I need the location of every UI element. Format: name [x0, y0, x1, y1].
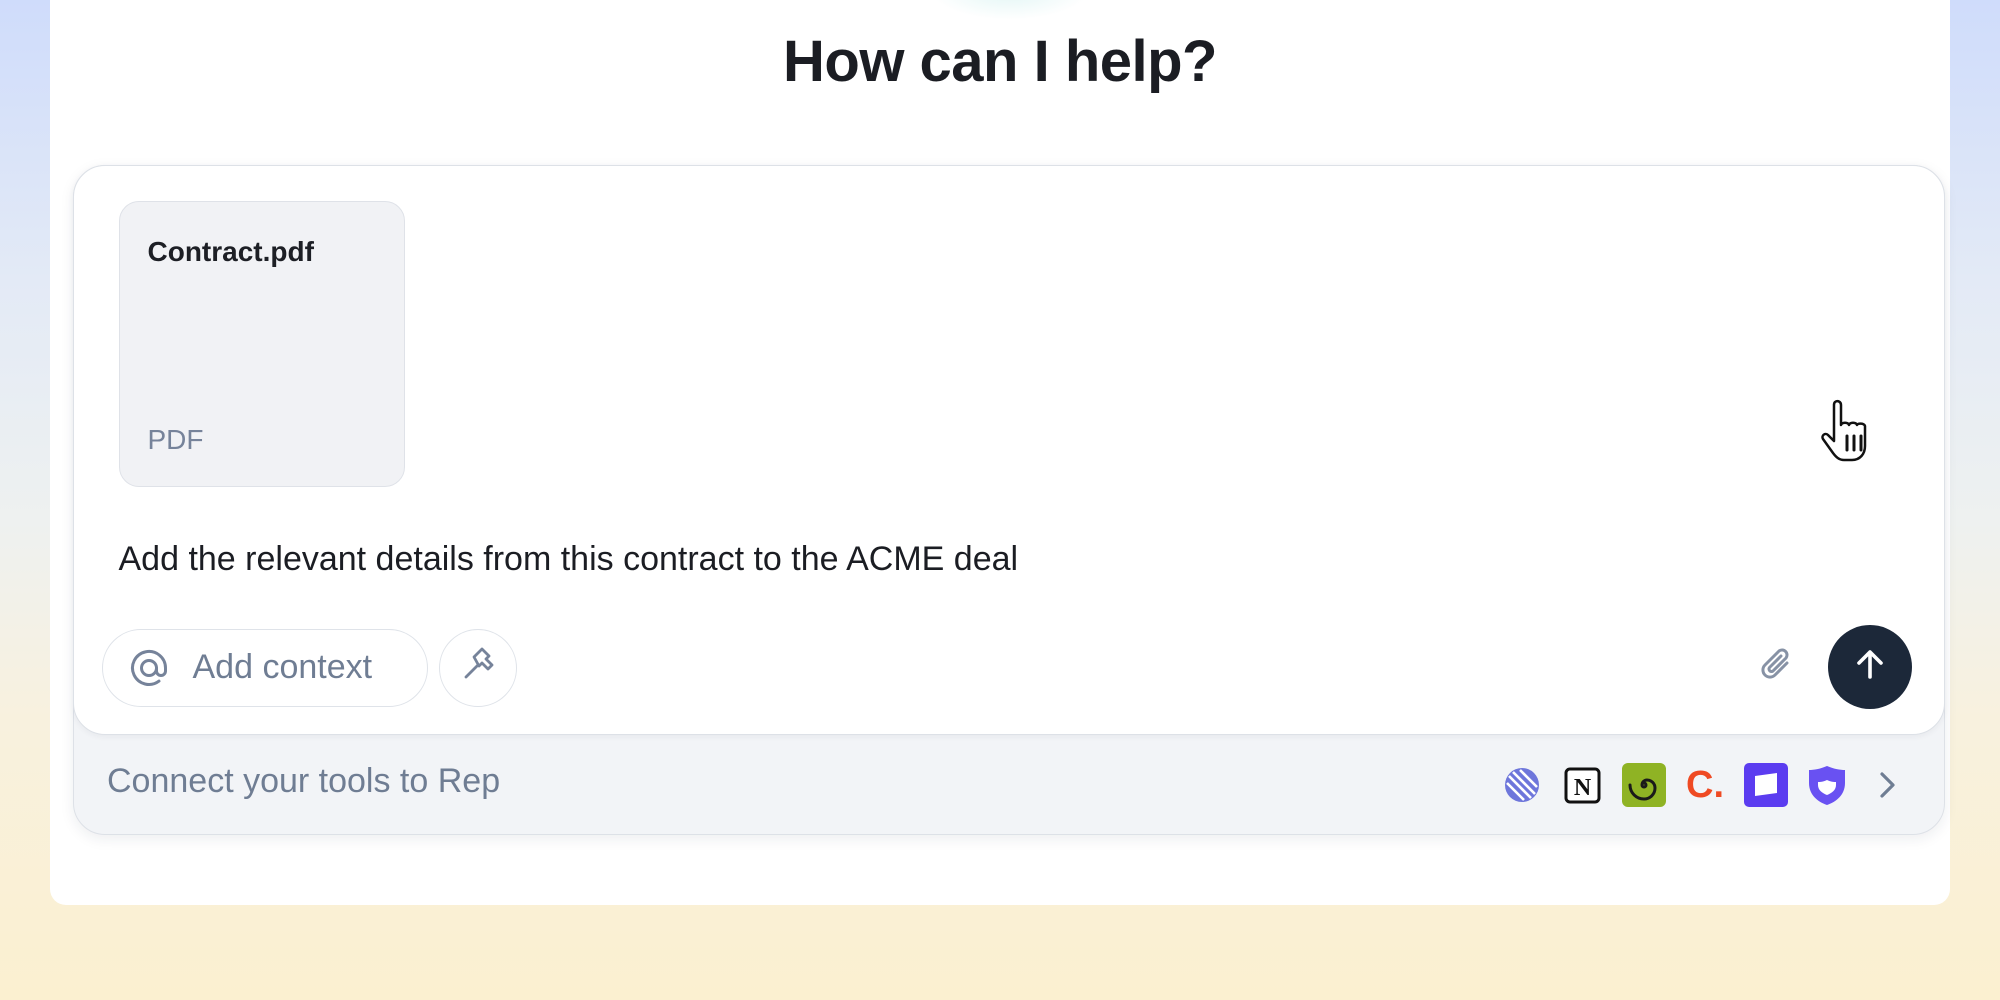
paperclip-icon — [1757, 645, 1797, 690]
linear-icon[interactable] — [1499, 762, 1545, 808]
attachment-card[interactable]: Contract.pdf PDF — [118, 200, 405, 487]
page-title: How can I help? — [783, 29, 1218, 94]
connected-tools[interactable]: N C. — [1499, 760, 1903, 810]
svg-text:N: N — [1574, 775, 1592, 801]
attachment-type: PDF — [147, 423, 204, 455]
c-brand-icon[interactable]: C. — [1682, 762, 1728, 808]
at-sign-icon — [127, 646, 171, 690]
arrow-up-icon — [1850, 644, 1890, 689]
chevron-right-icon[interactable] — [1873, 765, 1903, 805]
hand-cursor-icon — [1820, 399, 1866, 461]
attach-file-button[interactable] — [1755, 646, 1799, 690]
spiral-icon[interactable] — [1621, 762, 1667, 808]
attachment-name: Contract.pdf — [147, 235, 314, 267]
prompt-input[interactable]: Add the relevant details from this contr… — [119, 540, 1019, 579]
shield-icon[interactable] — [1804, 762, 1850, 808]
send-button[interactable] — [1827, 624, 1912, 709]
add-context-button[interactable]: Add context — [101, 628, 428, 707]
prompt-composer[interactable]: Contract.pdf PDF Add the relevant detail… — [72, 164, 1945, 735]
tools-button[interactable] — [438, 628, 517, 707]
connect-tools-link[interactable]: Connect your tools to Rep — [107, 762, 500, 801]
hammer-icon — [458, 645, 498, 690]
c-brand-label: C. — [1686, 763, 1724, 806]
add-context-label: Add context — [192, 648, 373, 686]
notion-icon[interactable]: N — [1560, 762, 1606, 808]
composer-container: Contract.pdf PDF Add the relevant detail… — [72, 164, 1945, 835]
intercom-icon[interactable] — [1743, 762, 1789, 808]
